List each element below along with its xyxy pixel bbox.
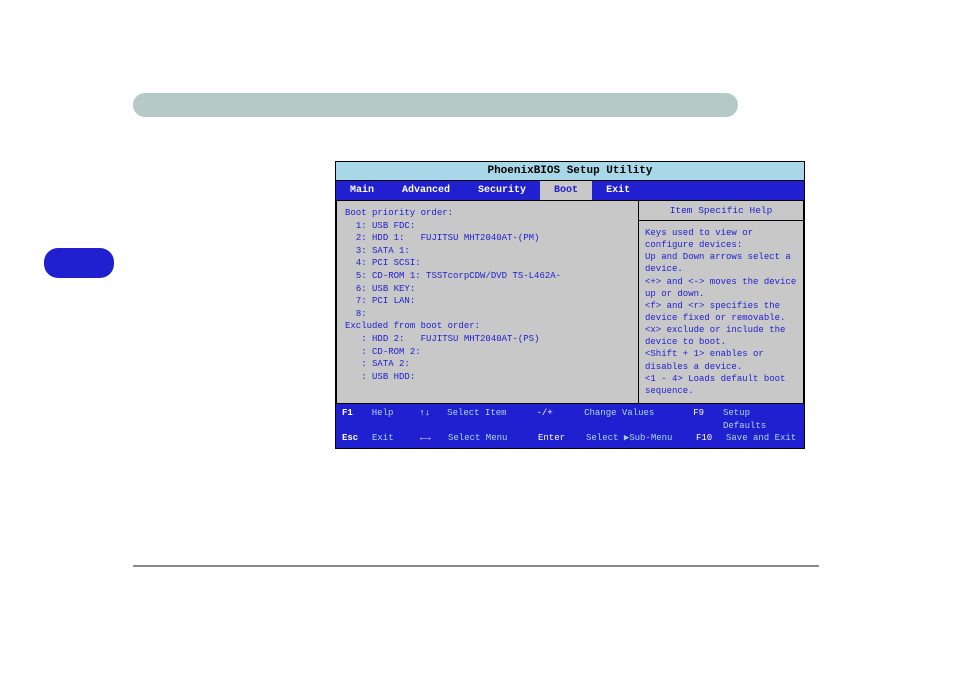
boot-item-label: CD-ROM 1: TSSTcorpCDW/DVD TS-L462A- (372, 271, 561, 281)
boot-item[interactable]: 2: HDD 1: FUJITSU MHT2040AT-(PM) (345, 232, 630, 245)
excluded-item[interactable]: : SATA 2: (345, 358, 630, 371)
boot-item-num: 1: (356, 221, 367, 231)
excluded-item-label: SATA 2: (372, 359, 410, 369)
boot-item-label: USB FDC: (372, 221, 415, 231)
bios-tabs: Main Advanced Security Boot Exit (336, 181, 804, 201)
boot-item-num: 7: (356, 296, 367, 306)
excluded-item[interactable]: : USB HDD: (345, 371, 630, 384)
boot-item-label: SATA 1: (372, 246, 410, 256)
key-f10: F10 (696, 432, 726, 445)
help-title: Item Specific Help (639, 201, 803, 221)
footer-row: Esc Exit ←→ Select Menu Enter Select ▶Su… (342, 432, 798, 445)
arrows-updown-icon: ↑↓ (419, 407, 447, 432)
key-plusminus: -/+ (536, 407, 584, 432)
label-select-submenu: Select ▶Sub-Menu (586, 432, 696, 445)
excluded-item-num: : (361, 334, 366, 344)
boot-item[interactable]: 8: (345, 308, 630, 321)
boot-item[interactable]: 1: USB FDC: (345, 220, 630, 233)
boot-item[interactable]: 4: PCI SCSI: (345, 257, 630, 270)
help-body: Keys used to view or configure devices:U… (639, 221, 803, 403)
boot-item-num: 2: (356, 233, 367, 243)
key-f9: F9 (693, 407, 723, 432)
label-change-values: Change Values (584, 407, 693, 432)
boot-item[interactable]: 5: CD-ROM 1: TSSTcorpCDW/DVD TS-L462A- (345, 270, 630, 283)
boot-item-label: PCI LAN: (372, 296, 415, 306)
boot-item-num: 3: (356, 246, 367, 256)
boot-item-num: 4: (356, 258, 367, 268)
boot-heading: Boot priority order: (345, 207, 630, 220)
excluded-item-label: USB HDD: (372, 372, 415, 382)
tab-main[interactable]: Main (336, 181, 388, 200)
key-f1: F1 (342, 407, 372, 432)
boot-item-label: PCI SCSI: (372, 258, 421, 268)
bios-title: PhoenixBIOS Setup Utility (336, 162, 804, 181)
bios-help-panel: Item Specific Help Keys used to view or … (639, 201, 804, 404)
label-save-exit: Save and Exit (726, 432, 796, 445)
excluded-item-num: : (361, 347, 366, 357)
bios-footer: F1 Help ↑↓ Select Item -/+ Change Values… (336, 404, 804, 448)
tab-exit[interactable]: Exit (592, 181, 644, 200)
excluded-item-num: : (361, 372, 366, 382)
excluded-item-label: HDD 2: FUJITSU MHT2040AT-(PS) (372, 334, 539, 344)
footer-row: F1 Help ↑↓ Select Item -/+ Change Values… (342, 407, 798, 432)
boot-item-label: HDD 1: FUJITSU MHT2040AT-(PM) (372, 233, 539, 243)
arrows-leftright-icon: ←→ (420, 432, 448, 445)
bios-main-panel: Boot priority order: 1: USB FDC: 2: HDD … (336, 201, 639, 404)
header-pill-bar (133, 93, 738, 117)
tab-advanced[interactable]: Advanced (388, 181, 464, 200)
sidebar-badge (44, 248, 114, 278)
page-footer-rule (133, 565, 819, 567)
excluded-item-num: : (361, 359, 366, 369)
key-enter: Enter (538, 432, 586, 445)
label-select-menu: Select Menu (448, 432, 538, 445)
boot-item-num: 8: (356, 309, 367, 319)
excluded-item[interactable]: : HDD 2: FUJITSU MHT2040AT-(PS) (345, 333, 630, 346)
boot-item-num: 5: (356, 271, 367, 281)
label-setup-defaults: Setup Defaults (723, 407, 798, 432)
boot-item-num: 6: (356, 284, 367, 294)
boot-item[interactable]: 3: SATA 1: (345, 245, 630, 258)
label-exit: Exit (372, 432, 420, 445)
label-help: Help (372, 407, 420, 432)
excluded-heading: Excluded from boot order: (345, 320, 630, 333)
boot-item[interactable]: 7: PCI LAN: (345, 295, 630, 308)
excluded-item-label: CD-ROM 2: (372, 347, 421, 357)
label-select-item: Select Item (447, 407, 536, 432)
tab-security[interactable]: Security (464, 181, 540, 200)
bios-body: Boot priority order: 1: USB FDC: 2: HDD … (336, 201, 804, 404)
tab-boot[interactable]: Boot (540, 181, 592, 200)
boot-item-label: USB KEY: (372, 284, 415, 294)
bios-window: PhoenixBIOS Setup Utility Main Advanced … (335, 161, 805, 449)
key-esc: Esc (342, 432, 372, 445)
excluded-item[interactable]: : CD-ROM 2: (345, 346, 630, 359)
boot-item[interactable]: 6: USB KEY: (345, 283, 630, 296)
